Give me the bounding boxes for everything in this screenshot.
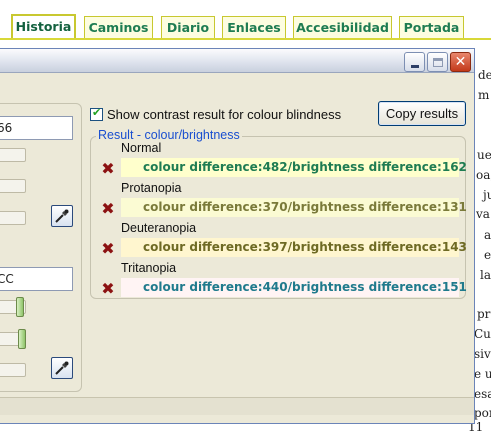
result-normal: Normal ✖ colour difference:482/brightnes… xyxy=(99,141,467,179)
foreground-colour-field[interactable]: 66 xyxy=(0,116,73,140)
background-text-fragment: ue xyxy=(477,148,491,162)
close-button[interactable]: ✕ xyxy=(450,52,471,72)
foreground-red-slider[interactable] xyxy=(0,148,26,162)
result-label: Tritanopia xyxy=(121,261,177,275)
background-blue-slider[interactable] xyxy=(0,363,26,377)
tab-historia[interactable]: Historia xyxy=(11,14,76,39)
background-text-fragment: pr xyxy=(477,307,491,321)
background-text-fragment: m xyxy=(478,88,490,102)
fail-x-icon: ✖ xyxy=(101,158,115,178)
result-sample: colour difference:397/brightness differe… xyxy=(121,238,467,257)
show-contrast-checkbox[interactable] xyxy=(90,106,103,121)
result-sample: colour difference:482/brightness differe… xyxy=(121,158,467,177)
close-icon: ✕ xyxy=(454,54,467,70)
copy-results-button[interactable]: Copy results xyxy=(378,101,466,126)
background-red-slider[interactable] xyxy=(0,297,26,317)
background-text-fragment: ju xyxy=(483,188,491,202)
result-deuteranopia: Deuteranopia ✖ colour difference:397/bri… xyxy=(99,221,467,259)
colour-input-panel xyxy=(0,103,82,392)
maximize-icon xyxy=(432,57,443,67)
tab-diario[interactable]: Diario xyxy=(161,16,215,39)
result-sample: colour difference:370/brightness differe… xyxy=(121,198,467,217)
background-text-fragment: la xyxy=(480,268,491,282)
background-text-fragment: de xyxy=(478,68,491,82)
background-text-fragment: a xyxy=(484,228,491,242)
result-label: Protanopia xyxy=(121,181,182,195)
fail-x-icon: ✖ xyxy=(101,238,115,258)
tab-accesibilidad[interactable]: Accesibilidad xyxy=(293,16,392,39)
tab-enlaces[interactable]: Enlaces xyxy=(222,16,286,39)
eyedropper-icon xyxy=(55,361,69,375)
background-eyedropper-button[interactable] xyxy=(51,357,73,379)
tab-bar-underline xyxy=(0,38,491,40)
slider-thumb[interactable] xyxy=(16,297,24,317)
minimize-icon xyxy=(410,64,419,68)
foreground-green-slider[interactable] xyxy=(0,179,26,193)
tab-caminos[interactable]: Caminos xyxy=(84,16,153,39)
tab-portada[interactable]: Portada xyxy=(399,16,464,39)
show-contrast-label: Show contrast result for colour blindnes… xyxy=(107,106,342,122)
foreground-blue-slider[interactable] xyxy=(0,211,26,225)
background-text-fragment: Cue xyxy=(474,327,491,341)
fail-x-icon: ✖ xyxy=(101,278,115,298)
maximize-button[interactable] xyxy=(427,52,448,72)
result-sample: colour difference:440/brightness differe… xyxy=(121,278,467,297)
result-label: Normal xyxy=(121,141,162,155)
show-contrast-option[interactable]: Show contrast result for colour blindnes… xyxy=(90,106,341,122)
background-text-fragment: va xyxy=(476,207,490,221)
contrast-analyser-window: ✕ 66 CC Show contrast result for colour … xyxy=(0,48,475,424)
slider-thumb[interactable] xyxy=(18,329,26,349)
result-protanopia: Protanopia ✖ colour difference:370/brigh… xyxy=(99,181,467,219)
background-text-fragment: por xyxy=(474,406,491,420)
background-text-fragment: oa, xyxy=(476,168,491,182)
background-text-fragment: e u xyxy=(474,367,491,381)
site-tab-bar: Historia Caminos Diario Enlaces Accesibi… xyxy=(0,0,491,40)
fail-x-icon: ✖ xyxy=(101,198,115,218)
window-titlebar[interactable]: ✕ xyxy=(0,49,474,73)
result-label: Deuteranopia xyxy=(121,221,197,235)
background-colour-field[interactable]: CC xyxy=(0,267,73,291)
eyedropper-icon xyxy=(55,209,69,223)
result-group-label: Result - colour/brightness xyxy=(96,128,242,142)
background-green-slider[interactable] xyxy=(0,329,26,349)
result-tritanopia: Tritanopia ✖ colour difference:440/brigh… xyxy=(99,261,467,299)
foreground-eyedropper-button[interactable] xyxy=(51,205,73,227)
background-text-fragment: esa xyxy=(474,387,491,401)
minimize-button[interactable] xyxy=(404,52,425,72)
background-text-fragment: sive xyxy=(474,347,491,361)
background-text-fragment: e xyxy=(484,248,491,262)
window-status-strip xyxy=(0,397,474,415)
